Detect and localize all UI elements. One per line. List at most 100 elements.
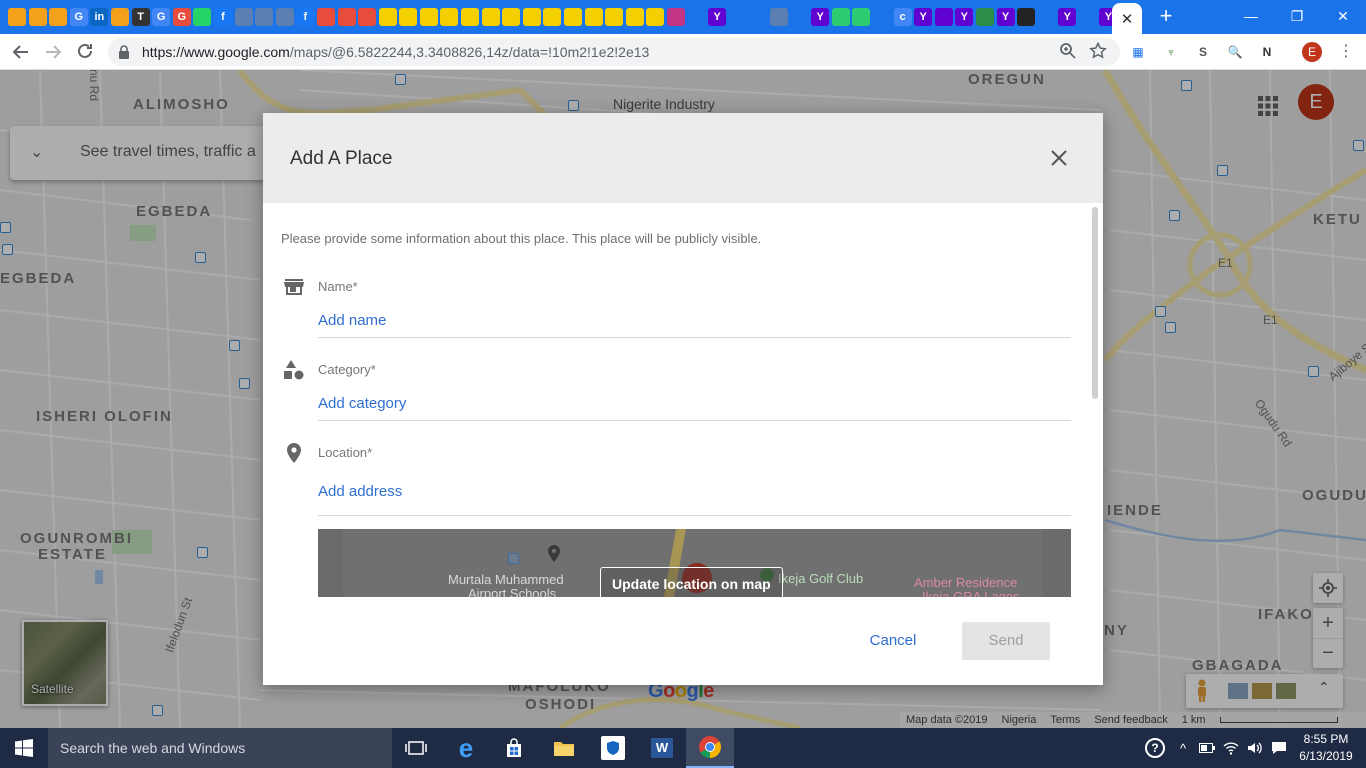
update-location-button[interactable]: Update location on map [600,567,783,597]
tab-favicon-icon[interactable]: Y [955,8,974,26]
tab-favicon-icon[interactable] [1037,8,1056,26]
tab-favicon-icon[interactable]: Y [1099,8,1112,26]
tab-favicon-icon[interactable] [564,8,583,26]
tab-favicon-icon[interactable] [872,8,891,26]
back-icon[interactable] [8,39,34,65]
tab-favicon-icon[interactable] [975,8,994,26]
address-input[interactable]: Add address [318,474,1071,516]
forward-icon[interactable] [40,39,66,65]
browser-menu-icon[interactable]: ⋮ [1336,41,1356,63]
close-tab-icon[interactable]: ✕ [1121,10,1134,28]
taskbar-clock[interactable]: 8:55 PM 6/13/2019 [1296,731,1356,765]
tab-favicon-icon[interactable]: Y [996,8,1015,26]
tab-favicon-icon[interactable] [275,8,294,26]
tab-favicon-icon[interactable] [646,8,665,26]
word-taskbar-button[interactable]: W [638,728,686,768]
tab-favicon-icon[interactable] [790,8,809,26]
security-taskbar-button[interactable] [589,728,637,768]
edge-taskbar-button[interactable]: e [442,728,490,768]
extension-icon[interactable]: S [1193,42,1213,62]
tab-favicon-icon[interactable] [1078,8,1097,26]
tab-favicon-icon[interactable]: Y [914,8,933,26]
tab-favicon-icon[interactable] [584,8,603,26]
tab-favicon-icon[interactable]: f [296,8,315,26]
tab-favicon-icon[interactable] [831,8,850,26]
new-tab-button[interactable]: + [1154,5,1178,29]
tab-favicon-icon[interactable] [502,8,521,26]
wifi-icon[interactable] [1220,728,1242,768]
tab-favicon-icon[interactable] [1017,8,1036,26]
tab-favicon-icon[interactable] [419,8,438,26]
extension-icon[interactable]: ▦ [1128,42,1148,62]
tab-favicon-icon[interactable]: G [152,8,171,26]
active-tab[interactable]: ✕ [1112,3,1142,34]
tab-favicon-icon[interactable] [28,8,47,26]
chrome-taskbar-button[interactable] [686,728,734,768]
tray-expand-icon[interactable]: ^ [1172,728,1194,768]
taskbar-search[interactable]: Search the web and Windows [48,728,392,768]
tab-favicon-icon[interactable] [8,8,26,26]
maximize-button[interactable]: ❐ [1284,4,1310,28]
dialog-body: Please provide some information about th… [263,203,1103,597]
extension-icon[interactable]: N [1257,42,1277,62]
tab-favicon-icon[interactable] [605,8,624,26]
tab-favicon-icon[interactable]: G [172,8,191,26]
tab-favicon-icon[interactable]: G [69,8,88,26]
reload-icon[interactable] [72,39,98,65]
tab-favicon-icon[interactable] [543,8,562,26]
address-bar[interactable]: https://www.google.com/maps/@6.5822244,3… [108,38,1120,66]
tab-favicon-icon[interactable] [399,8,418,26]
tab-favicon-icon[interactable] [337,8,356,26]
help-tray-icon[interactable]: ? [1142,728,1168,768]
tab-favicon-icon[interactable] [193,8,212,26]
tab-favicon-icon[interactable] [378,8,397,26]
battery-icon[interactable] [1196,728,1218,768]
extension-icon[interactable]: 🔍 [1225,42,1245,62]
tab-favicon-icon[interactable]: in [90,8,109,26]
tab-favicon-icon[interactable]: Y [708,8,727,26]
close-window-button[interactable]: ✕ [1330,4,1356,28]
tab-favicon-icon[interactable] [440,8,459,26]
tab-favicon-icon[interactable]: f [213,8,232,26]
tab-favicon-icon[interactable] [852,8,871,26]
tab-favicon-icon[interactable] [234,8,253,26]
notifications-icon[interactable] [1268,728,1290,768]
clock-date: 6/13/2019 [1299,749,1353,763]
store-taskbar-button[interactable] [490,728,538,768]
tab-favicon-icon[interactable]: Y [1058,8,1077,26]
start-button[interactable] [0,728,48,768]
name-input[interactable]: Add name [318,306,1071,338]
close-icon[interactable] [1047,146,1071,170]
category-input[interactable]: Add category [318,389,1071,421]
profile-avatar-small[interactable]: E [1302,42,1322,62]
cancel-button[interactable]: Cancel [853,622,933,660]
tab-favicon-icon[interactable] [49,8,68,26]
tab-favicon-icon[interactable] [667,8,685,26]
tab-favicon-icon[interactable] [461,8,480,26]
url-text[interactable]: https://www.google.com/maps/@6.5822244,3… [142,44,649,60]
tab-favicon-icon[interactable] [625,8,644,26]
tab-favicon-icon[interactable] [110,8,129,26]
tab-favicon-icon[interactable] [316,8,335,26]
bookmark-star-icon[interactable] [1088,41,1108,62]
tab-favicon-icon[interactable]: Y [811,8,830,26]
tab-favicon-icon[interactable] [749,8,768,26]
tab-favicon-icon[interactable] [358,8,377,26]
location-minimap[interactable]: Murtala Muhammed Airport Schools Ikeja G… [318,529,1071,597]
zoom-icon[interactable] [1058,42,1078,62]
tab-favicon-icon[interactable] [769,8,788,26]
tab-favicon-icon[interactable] [728,8,747,26]
minimize-button[interactable]: — [1238,4,1264,28]
tab-favicon-icon[interactable] [522,8,541,26]
explorer-taskbar-button[interactable] [540,728,588,768]
task-view-button[interactable] [392,728,440,768]
tab-favicon-icon[interactable]: c [893,8,912,26]
send-button[interactable]: Send [962,622,1050,660]
tab-favicon-icon[interactable] [687,8,706,26]
tab-favicon-icon[interactable] [481,8,500,26]
tab-favicon-icon[interactable]: T [131,8,150,26]
volume-icon[interactable] [1244,728,1266,768]
tab-favicon-icon[interactable] [255,8,274,26]
extension-icon[interactable]: ♆ [1161,42,1181,62]
tab-favicon-icon[interactable] [934,8,953,26]
